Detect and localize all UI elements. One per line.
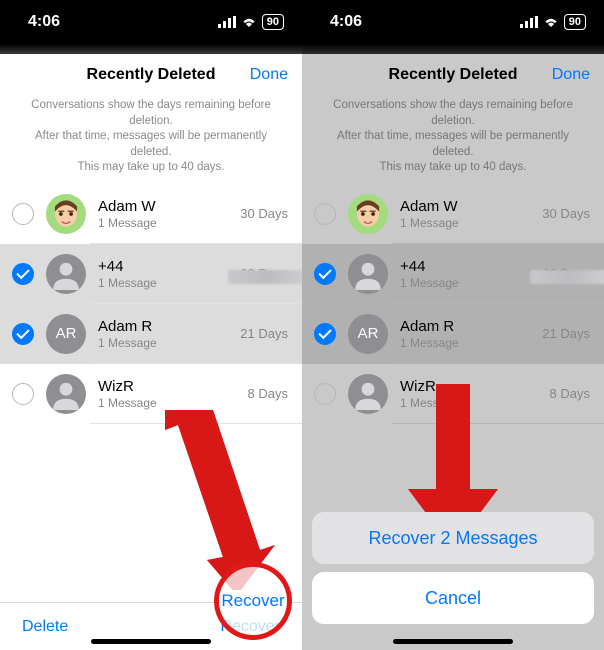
message-count: 1 Message xyxy=(400,276,534,290)
days-remaining: 8 Days xyxy=(248,386,288,401)
avatar: AR xyxy=(348,314,388,354)
info-text: Conversations show the days remaining be… xyxy=(302,96,604,184)
conversation-list: Adam W 1 Message 30 Days +44 1 Message 2… xyxy=(0,184,302,602)
message-count: 1 Message xyxy=(98,336,232,350)
info-text: Conversations show the days remaining be… xyxy=(0,96,302,184)
done-button[interactable]: Done xyxy=(250,54,288,96)
row-text: WizR 1 Message xyxy=(400,378,542,410)
memoji-icon xyxy=(49,197,83,231)
row-text: Adam R 1 Message xyxy=(400,318,534,350)
home-indicator xyxy=(91,639,211,644)
message-count: 1 Message xyxy=(98,396,240,410)
row-text: WizR 1 Message xyxy=(98,378,240,410)
clock: 4:06 xyxy=(330,13,362,31)
sheet-backdrop xyxy=(302,44,604,54)
days-remaining: 30 Days xyxy=(542,206,590,221)
nav-bar: Recently Deleted Done xyxy=(302,54,604,96)
contact-name: Adam R xyxy=(98,318,232,335)
conversation-row[interactable]: +44 1 Message 28 Days xyxy=(302,244,604,304)
avatar xyxy=(46,194,86,234)
status-bar: 4:06 90 xyxy=(302,0,604,44)
message-count: 1 Message xyxy=(400,216,534,230)
battery-indicator: 90 xyxy=(262,14,284,30)
contact-name: Adam R xyxy=(400,318,534,335)
wifi-icon xyxy=(241,16,257,28)
contact-name: +44 xyxy=(400,258,534,275)
contact-name: WizR xyxy=(400,378,542,395)
conversation-row[interactable]: Adam W 1 Message 30 Days xyxy=(0,184,302,244)
message-count: 1 Message xyxy=(400,396,542,410)
delete-button[interactable]: Delete xyxy=(22,618,68,636)
select-circle[interactable] xyxy=(314,323,336,345)
avatar xyxy=(46,374,86,414)
avatar: AR xyxy=(46,314,86,354)
contact-name: Adam W xyxy=(98,198,232,215)
recover-button[interactable]: Recover xyxy=(220,618,280,636)
sheet: Recently Deleted Done Conversations show… xyxy=(0,54,302,650)
done-button[interactable]: Done xyxy=(552,54,590,96)
conversation-row[interactable]: WizR 1 Message 8 Days xyxy=(0,364,302,424)
home-indicator xyxy=(393,639,513,644)
avatar xyxy=(46,254,86,294)
phone-right-screenshot: 4:06 90 Recently Deleted Done Conversati… xyxy=(302,0,604,650)
avatar xyxy=(348,254,388,294)
redacted-number xyxy=(530,270,604,284)
conversation-row[interactable]: AR Adam R 1 Message 21 Days xyxy=(302,304,604,364)
sheet-backdrop xyxy=(0,44,302,54)
row-text: +44 1 Message xyxy=(400,258,534,290)
action-sheet: Recover 2 Messages Cancel xyxy=(312,512,594,624)
person-icon xyxy=(352,378,384,410)
person-icon xyxy=(50,258,82,290)
person-icon xyxy=(50,378,82,410)
days-remaining: 30 Days xyxy=(240,206,288,221)
select-circle[interactable] xyxy=(12,263,34,285)
days-remaining: 21 Days xyxy=(240,326,288,341)
contact-name: +44 xyxy=(98,258,232,275)
page-title: Recently Deleted xyxy=(389,66,518,84)
message-count: 1 Message xyxy=(400,336,534,350)
status-indicators: 90 xyxy=(520,14,586,30)
message-count: 1 Message xyxy=(98,276,232,290)
status-bar: 4:06 90 xyxy=(0,0,302,44)
conversation-row[interactable]: Adam W 1 Message 30 Days xyxy=(302,184,604,244)
days-remaining: 8 Days xyxy=(550,386,590,401)
battery-indicator: 90 xyxy=(564,14,586,30)
conversation-row[interactable]: WizR 1 Message 8 Days xyxy=(302,364,604,424)
status-indicators: 90 xyxy=(218,14,284,30)
select-circle[interactable] xyxy=(12,323,34,345)
phone-left-screenshot: 4:06 90 Recently Deleted Done Conversati… xyxy=(0,0,302,650)
contact-name: WizR xyxy=(98,378,240,395)
wifi-icon xyxy=(543,16,559,28)
cancel-button[interactable]: Cancel xyxy=(312,572,594,624)
select-circle[interactable] xyxy=(12,383,34,405)
select-circle[interactable] xyxy=(314,383,336,405)
row-text: Adam W 1 Message xyxy=(98,198,232,230)
select-circle[interactable] xyxy=(314,203,336,225)
memoji-icon xyxy=(351,197,385,231)
sheet: Recently Deleted Done Conversations show… xyxy=(302,54,604,650)
contact-name: Adam W xyxy=(400,198,534,215)
row-text: Adam W 1 Message xyxy=(400,198,534,230)
row-text: +44 1 Message xyxy=(98,258,232,290)
row-text: Adam R 1 Message xyxy=(98,318,232,350)
select-circle[interactable] xyxy=(12,203,34,225)
nav-bar: Recently Deleted Done xyxy=(0,54,302,96)
avatar xyxy=(348,374,388,414)
select-circle[interactable] xyxy=(314,263,336,285)
redacted-number xyxy=(228,270,302,284)
clock: 4:06 xyxy=(28,13,60,31)
cellular-icon xyxy=(218,16,236,28)
message-count: 1 Message xyxy=(98,216,232,230)
page-title: Recently Deleted xyxy=(87,66,216,84)
avatar xyxy=(348,194,388,234)
conversation-row[interactable]: +44 1 Message 28 Days xyxy=(0,244,302,304)
person-icon xyxy=(352,258,384,290)
days-remaining: 21 Days xyxy=(542,326,590,341)
cellular-icon xyxy=(520,16,538,28)
conversation-row[interactable]: AR Adam R 1 Message 21 Days xyxy=(0,304,302,364)
recover-messages-button[interactable]: Recover 2 Messages xyxy=(312,512,594,564)
